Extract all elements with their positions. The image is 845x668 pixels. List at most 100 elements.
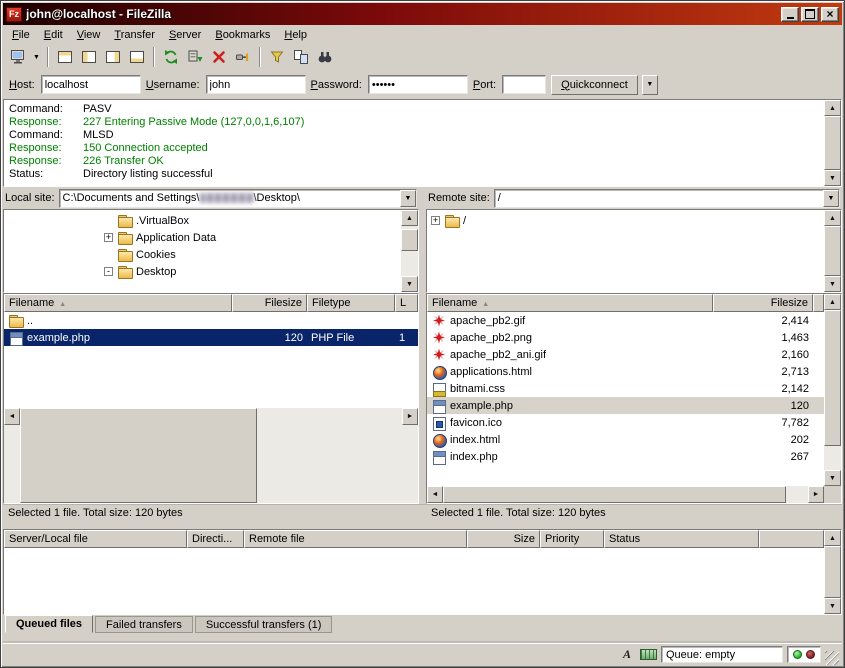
scroll-right-button[interactable] bbox=[808, 486, 824, 503]
toggle-remote-tree-button[interactable] bbox=[101, 46, 125, 68]
remote-path-dropdown-button[interactable] bbox=[823, 190, 839, 207]
file-row[interactable]: applications.html2,713 bbox=[427, 363, 824, 380]
tree-item-root[interactable]: +/ bbox=[427, 212, 824, 229]
scroll-down-button[interactable] bbox=[824, 276, 841, 292]
file-row[interactable]: index.php267 bbox=[427, 448, 824, 465]
column-header-filename[interactable]: Filename bbox=[4, 294, 232, 312]
scroll-up-button[interactable] bbox=[824, 210, 841, 226]
scroll-down-button[interactable] bbox=[824, 598, 841, 614]
maximize-button[interactable] bbox=[801, 7, 819, 22]
horizontal-splitter[interactable] bbox=[3, 521, 842, 529]
scroll-thumb[interactable] bbox=[824, 310, 841, 446]
scroll-left-button[interactable] bbox=[4, 408, 20, 425]
queue-column-remote-file[interactable]: Remote file bbox=[244, 530, 467, 548]
tab-successful-transfers[interactable]: Successful transfers (1) bbox=[195, 616, 333, 633]
close-button[interactable] bbox=[821, 7, 839, 22]
quickconnect-dropdown-button[interactable] bbox=[642, 75, 658, 95]
local-path-combobox[interactable]: C:\Documents and Settings\\Desktop\ bbox=[59, 189, 417, 208]
scroll-thumb[interactable] bbox=[824, 546, 841, 598]
expand-icon[interactable]: + bbox=[431, 216, 440, 225]
menu-help[interactable]: Help bbox=[277, 27, 314, 43]
toggle-queue-button[interactable] bbox=[125, 46, 149, 68]
tree-item-application-data[interactable]: +Application Data bbox=[4, 229, 401, 246]
scroll-thumb[interactable] bbox=[824, 226, 841, 276]
menu-file[interactable]: File bbox=[5, 27, 37, 43]
collapse-icon[interactable]: - bbox=[104, 267, 113, 276]
host-input[interactable] bbox=[41, 75, 141, 94]
scroll-thumb[interactable] bbox=[824, 116, 841, 170]
vertical-splitter[interactable] bbox=[419, 187, 426, 293]
scroll-up-button[interactable] bbox=[824, 530, 841, 546]
scroll-up-button[interactable] bbox=[401, 210, 418, 226]
toggle-message-log-button[interactable] bbox=[53, 46, 77, 68]
column-header-filetype[interactable]: Filetype bbox=[307, 294, 395, 312]
find-button[interactable] bbox=[313, 46, 337, 68]
expand-icon[interactable]: + bbox=[104, 233, 113, 242]
file-row[interactable]: apache_pb2_ani.gif2,160 bbox=[427, 346, 824, 363]
cancel-button[interactable] bbox=[207, 46, 231, 68]
site-manager-button[interactable] bbox=[6, 46, 30, 68]
quickconnect-button[interactable]: Quickconnect bbox=[551, 75, 638, 95]
scroll-track[interactable] bbox=[824, 546, 841, 598]
file-row[interactable]: bitnami.css2,142 bbox=[427, 380, 824, 397]
queue-column-priority[interactable]: Priority bbox=[540, 530, 604, 548]
file-row[interactable]: index.html202 bbox=[427, 431, 824, 448]
tree-item-virtualbox[interactable]: .VirtualBox bbox=[4, 212, 401, 229]
menu-bookmarks[interactable]: Bookmarks bbox=[208, 27, 277, 43]
file-row-highlighted[interactable]: example.php120 bbox=[427, 397, 824, 414]
tab-failed-transfers[interactable]: Failed transfers bbox=[95, 616, 193, 633]
queue-scrollbar[interactable] bbox=[824, 530, 841, 614]
scroll-track[interactable] bbox=[443, 486, 808, 503]
remote-list-hscrollbar[interactable] bbox=[427, 486, 824, 503]
minimize-button[interactable] bbox=[781, 7, 799, 22]
column-header-filesize[interactable]: Filesize bbox=[232, 294, 307, 312]
disconnect-button[interactable] bbox=[231, 46, 255, 68]
encryption-indicator-icon[interactable] bbox=[640, 649, 657, 660]
refresh-button[interactable] bbox=[159, 46, 183, 68]
scroll-thumb[interactable] bbox=[20, 408, 257, 504]
port-input[interactable] bbox=[502, 75, 546, 94]
scroll-track[interactable] bbox=[824, 310, 841, 470]
remote-list-scrollbar[interactable] bbox=[824, 294, 841, 486]
filter-button[interactable] bbox=[265, 46, 289, 68]
scroll-up-button[interactable] bbox=[824, 294, 841, 310]
scroll-down-button[interactable] bbox=[824, 170, 841, 186]
local-path-dropdown-button[interactable] bbox=[400, 190, 416, 207]
transfer-type-icon[interactable] bbox=[618, 647, 636, 663]
file-row[interactable]: favicon.ico7,782 bbox=[427, 414, 824, 431]
scroll-track[interactable] bbox=[401, 226, 418, 276]
remote-tree-scrollbar[interactable] bbox=[824, 210, 841, 292]
remote-path-combobox[interactable]: / bbox=[494, 189, 840, 208]
column-header-last-modified[interactable]: L bbox=[395, 294, 418, 312]
menu-view[interactable]: View bbox=[70, 27, 108, 43]
queue-column-size[interactable]: Size bbox=[467, 530, 540, 548]
file-row-parent-dir[interactable]: .. bbox=[4, 312, 418, 329]
queue-column-status[interactable]: Status bbox=[604, 530, 759, 548]
remote-path-text[interactable]: / bbox=[495, 190, 823, 207]
scroll-down-button[interactable] bbox=[401, 276, 418, 292]
file-row-selected[interactable]: example.php 120 PHP File 1 bbox=[4, 329, 418, 346]
compare-button[interactable] bbox=[289, 46, 313, 68]
resize-grip[interactable] bbox=[825, 651, 839, 665]
file-row[interactable]: apache_pb2.png1,463 bbox=[427, 329, 824, 346]
scroll-right-button[interactable] bbox=[402, 408, 418, 425]
file-row[interactable]: apache_pb2.gif2,414 bbox=[427, 312, 824, 329]
queue-column-server-local-file[interactable]: Server/Local file bbox=[4, 530, 187, 548]
scroll-up-button[interactable] bbox=[824, 100, 841, 116]
queue-column-direction[interactable]: Directi... bbox=[187, 530, 244, 548]
local-path-text[interactable]: C:\Documents and Settings\\Desktop\ bbox=[60, 190, 400, 207]
local-list-hscrollbar[interactable] bbox=[4, 408, 418, 504]
scroll-track[interactable] bbox=[824, 226, 841, 276]
toggle-local-tree-button[interactable] bbox=[77, 46, 101, 68]
site-manager-dropdown-button[interactable] bbox=[30, 46, 43, 68]
menu-server[interactable]: Server bbox=[162, 27, 208, 43]
password-input[interactable] bbox=[368, 75, 468, 94]
log-scrollbar[interactable] bbox=[824, 100, 841, 186]
scroll-thumb[interactable] bbox=[401, 229, 418, 251]
scroll-left-button[interactable] bbox=[427, 486, 443, 503]
vertical-splitter[interactable] bbox=[419, 293, 426, 504]
tree-item-cookies[interactable]: Cookies bbox=[4, 246, 401, 263]
scroll-down-button[interactable] bbox=[824, 470, 841, 486]
filezilla-logo-icon[interactable] bbox=[6, 7, 22, 22]
column-header-filename[interactable]: Filename bbox=[427, 294, 713, 312]
